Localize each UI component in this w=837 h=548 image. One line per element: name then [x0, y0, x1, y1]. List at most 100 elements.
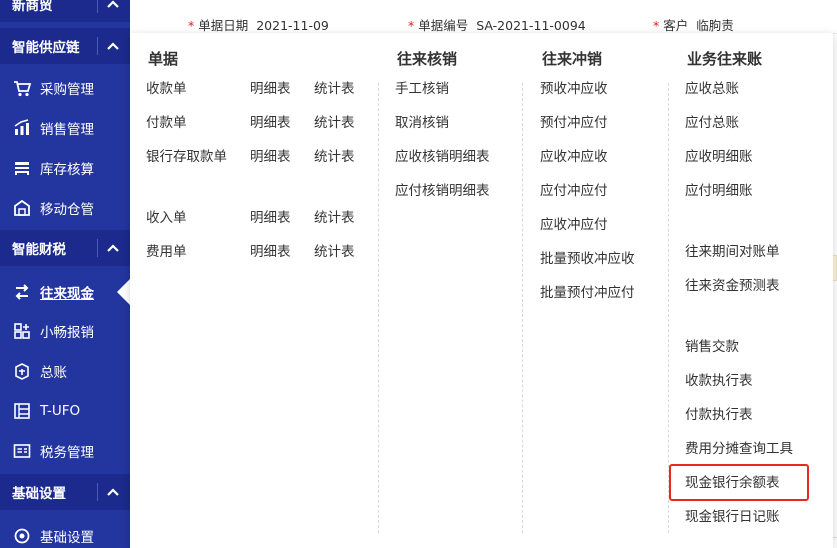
sidebar-group-new-trade[interactable]: 新商贸: [0, 0, 130, 22]
sidebar-group-label: 基础设置: [12, 486, 66, 502]
sidebar-item-purchase[interactable]: 采购管理: [0, 68, 130, 108]
sidebar-item-label: 小畅报销: [40, 325, 94, 341]
required-mark: *: [408, 18, 415, 33]
menu-link-receipt-stats[interactable]: 统计表: [314, 81, 355, 97]
sidebar-item-label: 采购管理: [40, 82, 94, 98]
menu-link-bank-deposit-stats[interactable]: 统计表: [314, 149, 355, 165]
sidebar-item-sales[interactable]: 销售管理: [0, 108, 130, 148]
column-title-offset: 往来冲销: [542, 50, 603, 68]
cart-icon: [14, 81, 32, 97]
menu-link-account-item[interactable]: 应付明细账: [685, 183, 753, 199]
report-icon: [14, 403, 30, 419]
column-divider: [378, 83, 379, 533]
menu-link-account-item[interactable]: 应收总账: [685, 81, 739, 97]
chevron-up-icon[interactable]: [106, 39, 120, 53]
menu-link-payment-stats[interactable]: 统计表: [314, 115, 355, 131]
menu-link-income-stats[interactable]: 统计表: [314, 210, 355, 226]
form-header-row: * 单据日期 2021-11-09 * 单据编号 SA-2021-11-0094 *…: [130, 0, 837, 34]
sidebar-item-label: 总账: [40, 365, 67, 381]
app-root: 新商贸 智能供应链 采购管理 销售管理 库存核算 移动仓管 智能财税 往来现金 …: [0, 0, 837, 548]
divider: [97, 37, 98, 55]
column-title-writeoff: 往来核销: [397, 50, 458, 68]
sidebar-item-reimburse[interactable]: 小畅报销: [0, 311, 130, 351]
menu-link-account-item[interactable]: 收款执行表: [685, 373, 753, 389]
menu-link-expense[interactable]: 费用单: [146, 244, 187, 260]
menu-link-receipt[interactable]: 收款单: [146, 81, 187, 97]
menu-link-account-item[interactable]: 往来资金预测表: [685, 278, 780, 294]
doc-date-field[interactable]: * 单据日期 2021-11-09: [188, 15, 329, 34]
sidebar-group-finance-tax[interactable]: 智能财税: [0, 230, 130, 266]
divider: [97, 483, 98, 501]
menu-link-payable-writeoff-detail[interactable]: 应付核销明细表: [395, 183, 490, 199]
chevron-up-icon[interactable]: [106, 0, 120, 11]
sidebar-item-ledger[interactable]: 总账: [0, 351, 130, 391]
sidebar-item-label: 移动仓管: [40, 202, 94, 218]
menu-link-income[interactable]: 收入单: [146, 210, 187, 226]
menu-link-offset-item[interactable]: 应收冲应付: [540, 217, 608, 233]
required-mark: *: [653, 18, 660, 33]
sidebar-item-inventory[interactable]: 库存核算: [0, 148, 130, 188]
menu-link-receipt-detail[interactable]: 明细表: [250, 81, 291, 97]
divider: [97, 239, 98, 257]
sidebar-item-cash[interactable]: 往来现金: [0, 272, 130, 312]
sidebar-item-tufo[interactable]: T-UFO: [0, 391, 130, 431]
menu-link-account-item[interactable]: 应付总账: [685, 115, 739, 131]
menu-link-payment-detail[interactable]: 明细表: [250, 115, 291, 131]
cash-menu-panel: 单据 收款单 明细表 统计表 付款单 明细表 统计表 银行存取款单 明细表 统计…: [130, 33, 833, 548]
doc-number-field[interactable]: * 单据编号 SA-2021-11-0094: [408, 15, 586, 34]
menu-link-account-item[interactable]: 应收明细账: [685, 149, 753, 165]
menu-link-expense-stats[interactable]: 统计表: [314, 244, 355, 260]
sales-chart-icon: [14, 119, 29, 135]
reimburse-icon: [14, 323, 30, 339]
customer-value: 临朐责: [696, 18, 734, 33]
menu-link-manual-writeoff[interactable]: 手工核销: [395, 81, 449, 97]
doc-date-value: 2021-11-09: [256, 18, 329, 33]
sidebar-item-tax[interactable]: 税务管理: [0, 431, 130, 471]
sidebar-group-label: 智能财税: [12, 242, 66, 258]
menu-link-payment[interactable]: 付款单: [146, 115, 187, 131]
doc-number-label: 单据编号: [418, 18, 469, 33]
settings-icon: [14, 528, 30, 544]
menu-link-offset-item[interactable]: 批量预收冲应收: [540, 251, 635, 267]
menu-link-offset-item[interactable]: 预付冲应付: [540, 115, 608, 131]
menu-link-offset-item[interactable]: 应付冲应付: [540, 183, 608, 199]
sidebar-item-label: 基础设置: [40, 530, 94, 546]
mobile-warehouse-icon: [14, 199, 30, 216]
menu-link-expense-detail[interactable]: 明细表: [250, 244, 291, 260]
inventory-icon: [15, 162, 29, 175]
menu-link-receivable-writeoff-detail[interactable]: 应收核销明细表: [395, 149, 490, 165]
chevron-up-icon[interactable]: [106, 485, 120, 499]
menu-link-account-item[interactable]: 付款执行表: [685, 407, 753, 423]
sidebar-item-settings[interactable]: 基础设置: [0, 516, 130, 548]
menu-link-offset-item[interactable]: 预收冲应收: [540, 81, 608, 97]
menu-link-cash-bank-balance[interactable]: 现金银行余额表: [685, 475, 780, 491]
sidebar-group-supply-chain[interactable]: 智能供应链: [0, 28, 130, 64]
menu-link-cancel-writeoff[interactable]: 取消核销: [395, 115, 449, 131]
menu-link-account-item[interactable]: 销售交款: [685, 339, 739, 355]
divider: [97, 0, 98, 13]
menu-link-account-item[interactable]: 往来期间对账单: [685, 244, 780, 260]
column-title-accounts: 业务往来账: [687, 50, 763, 68]
customer-field[interactable]: * 客户 临朐责: [653, 15, 734, 34]
doc-number-value: SA-2021-11-0094: [476, 18, 586, 33]
required-mark: *: [188, 18, 195, 33]
menu-link-bank-deposit[interactable]: 银行存取款单: [146, 149, 227, 165]
menu-link-offset-item[interactable]: 批量预付冲应付: [540, 285, 635, 301]
sidebar-item-mobile-warehouse[interactable]: 移动仓管: [0, 188, 130, 228]
sidebar-item-label: 销售管理: [40, 122, 94, 138]
sidebar-item-label: 税务管理: [40, 445, 94, 461]
menu-link-income-detail[interactable]: 明细表: [250, 210, 291, 226]
menu-link-account-item[interactable]: 费用分摊查询工具: [685, 441, 793, 457]
ledger-icon: [15, 363, 29, 380]
chevron-up-icon[interactable]: [106, 241, 120, 255]
sidebar-item-label: T-UFO: [40, 403, 81, 419]
sidebar-group-basic-settings[interactable]: 基础设置: [0, 474, 130, 510]
sidebar: 新商贸 智能供应链 采购管理 销售管理 库存核算 移动仓管 智能财税 往来现金 …: [0, 0, 130, 548]
menu-link-offset-item[interactable]: 应收冲应收: [540, 149, 608, 165]
menu-link-account-item[interactable]: 现金银行日记账: [685, 509, 780, 525]
column-title-documents: 单据: [148, 50, 179, 68]
sidebar-group-label: 智能供应链: [12, 40, 80, 56]
customer-label: 客户: [663, 18, 689, 33]
menu-link-bank-deposit-detail[interactable]: 明细表: [250, 149, 291, 165]
sidebar-group-label: 新商贸: [12, 0, 53, 14]
